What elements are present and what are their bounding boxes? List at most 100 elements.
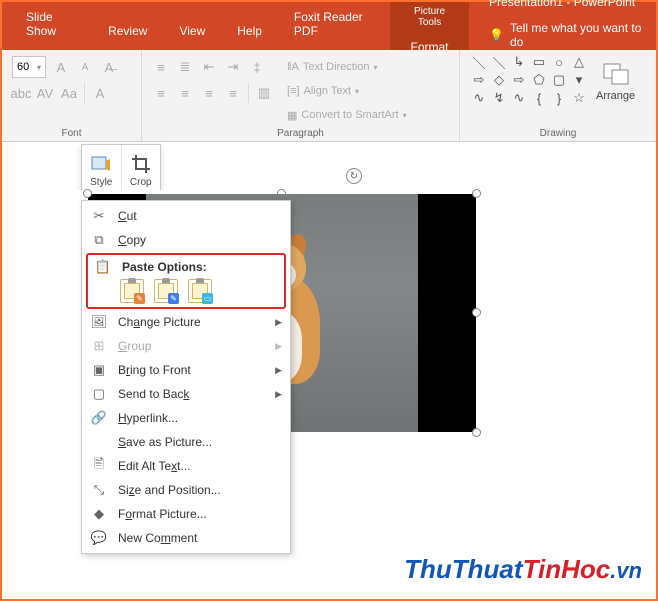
shape-pent-icon[interactable]: ⬠ <box>530 72 548 88</box>
change-picture-icon: 🖼 <box>90 314 108 330</box>
shape-rect-icon[interactable]: ▭ <box>530 54 548 70</box>
group-drawing: ＼ ＼ ↳ ▭ ○ △ ⇨ ◇ ⇨ ⬠ ▢ ▾ ∿ ↯ ∿ { } ☆ <box>460 50 656 141</box>
hyperlink-icon: 🔗 <box>90 410 108 426</box>
shape-free-icon[interactable]: ∿ <box>510 90 528 106</box>
ctx-cut[interactable]: ✂ Cut <box>84 204 288 228</box>
ctx-hyperlink[interactable]: 🔗 Hyperlink... <box>84 406 288 430</box>
crop-button[interactable]: Crop <box>121 145 161 195</box>
ctx-save-as-picture[interactable]: Save as Picture... <box>84 430 288 454</box>
shapes-gallery[interactable]: ＼ ＼ ↳ ▭ ○ △ ⇨ ◇ ⇨ ⬠ ▢ ▾ ∿ ↯ ∿ { } ☆ <box>470 54 588 106</box>
ctx-edit-alt-text[interactable]: 🖹 Edit Alt Text... <box>84 454 288 478</box>
shape-diamond-icon[interactable]: ◇ <box>490 72 508 88</box>
arrange-button[interactable]: Arrange <box>596 54 635 106</box>
rotate-handle[interactable]: ↻ <box>346 168 362 184</box>
convert-smartart-button[interactable]: ▦Convert to SmartArt▾ <box>287 104 407 126</box>
tell-me-label: Tell me what you want to do <box>510 21 646 49</box>
ribbon: 60▾ A A A̶ abc AV Aa A Font ≡ ≣ ⇤ ⇥ ‡ <box>2 50 656 142</box>
submenu-arrow-icon: ▶ <box>275 365 282 376</box>
submenu-arrow-icon: ▶ <box>275 317 282 328</box>
align-left-icon[interactable]: ≡ <box>152 84 170 102</box>
shape-curve-icon[interactable]: ∿ <box>470 90 488 106</box>
paste-as-picture[interactable]: ▭ <box>188 279 212 303</box>
paste-source-badge-icon: ✎ <box>168 293 179 304</box>
ctx-group: ⊞ Group▶ <box>84 334 288 358</box>
bullets-icon[interactable]: ≡ <box>152 58 170 76</box>
shape-star-icon[interactable]: ☆ <box>570 90 588 106</box>
increase-font-icon[interactable]: A <box>52 58 70 76</box>
submenu-arrow-icon: ▶ <box>275 341 282 352</box>
document-title: Presentation1 - PowerPoint <box>489 0 646 11</box>
tab-view[interactable]: View <box>163 14 221 50</box>
shape-more-icon[interactable]: ▾ <box>570 72 588 88</box>
justify-icon[interactable]: ≡ <box>224 84 242 102</box>
format-picture-icon: ◆ <box>90 506 108 522</box>
indent-dec-icon[interactable]: ⇤ <box>200 58 218 76</box>
align-text-icon: [≡] <box>287 85 300 97</box>
font-size-input[interactable]: 60▾ <box>12 56 46 78</box>
align-right-icon[interactable]: ≡ <box>200 84 218 102</box>
shape-arrow2-icon[interactable]: ⇨ <box>510 72 528 88</box>
smartart-icon: ▦ <box>287 109 297 122</box>
numbering-icon[interactable]: ≣ <box>176 58 194 76</box>
ribbon-tabs: Slide Show Review View Help Foxit Reader… <box>2 2 390 50</box>
shape-tri-icon[interactable]: △ <box>570 54 588 70</box>
shape-conn-icon[interactable]: ↳ <box>510 54 528 70</box>
tab-slideshow[interactable]: Slide Show <box>10 0 92 50</box>
tab-foxit[interactable]: Foxit Reader PDF <box>278 0 390 50</box>
paste-options-label: Paste Options: <box>122 260 207 274</box>
group-label-drawing: Drawing <box>470 126 646 141</box>
group-icon: ⊞ <box>90 338 108 354</box>
tab-review[interactable]: Review <box>92 14 163 50</box>
ctx-copy[interactable]: ⧉ Copy <box>84 228 288 252</box>
ctx-size-position[interactable]: ⤡ Size and Position... <box>84 478 288 502</box>
context-menu: ✂ Cut ⧉ Copy 📋 Paste Options: ✎ ✎ ▭ 🖼 Ch… <box>81 200 291 554</box>
ctx-paste-options: 📋 Paste Options: ✎ ✎ ▭ <box>86 253 286 309</box>
comment-icon: 💬 <box>90 530 108 546</box>
align-text-button[interactable]: [≡]Align Text▾ <box>287 80 407 102</box>
blank-icon <box>90 434 108 450</box>
paste-use-destination[interactable]: ✎ <box>120 279 144 303</box>
indent-inc-icon[interactable]: ⇥ <box>224 58 242 76</box>
text-direction-button[interactable]: ‖AText Direction▾ <box>287 56 407 78</box>
titlebar: Slide Show Review View Help Foxit Reader… <box>2 2 656 50</box>
decrease-font-icon[interactable]: A <box>76 58 94 76</box>
resize-handle-r[interactable] <box>472 308 481 317</box>
resize-handle-tl[interactable] <box>83 189 92 198</box>
picture-style-icon <box>90 153 112 175</box>
paste-picture-badge-icon: ▭ <box>202 293 213 304</box>
shape-line-icon[interactable]: ＼ <box>470 54 488 70</box>
strike-icon[interactable]: abc <box>12 84 30 102</box>
paste-keep-source[interactable]: ✎ <box>154 279 178 303</box>
columns-icon[interactable]: ▥ <box>255 84 273 102</box>
ctx-new-comment[interactable]: 💬 New Comment <box>84 526 288 550</box>
resize-handle-br[interactable] <box>472 428 481 437</box>
font-color-icon[interactable]: A <box>91 84 109 102</box>
size-position-icon: ⤡ <box>90 482 108 498</box>
shape-oval-icon[interactable]: ○ <box>550 54 568 70</box>
align-center-icon[interactable]: ≡ <box>176 84 194 102</box>
group-font: 60▾ A A A̶ abc AV Aa A Font <box>2 50 142 141</box>
ctx-change-picture[interactable]: 🖼 Change Picture▶ <box>84 310 288 334</box>
style-button[interactable]: Style <box>82 145 121 195</box>
line-spacing-icon[interactable]: ‡ <box>248 58 266 76</box>
submenu-arrow-icon: ▶ <box>275 389 282 400</box>
shape-conn2-icon[interactable]: ↯ <box>490 90 508 106</box>
shape-lb-icon[interactable]: { <box>530 90 548 106</box>
resize-handle-tr[interactable] <box>472 189 481 198</box>
shape-arrow-icon[interactable]: ⇨ <box>470 72 488 88</box>
ctx-bring-front[interactable]: ▣ Bring to Front▶ <box>84 358 288 382</box>
shape-line2-icon[interactable]: ＼ <box>490 54 508 70</box>
shape-rb-icon[interactable]: } <box>550 90 568 106</box>
bring-front-icon: ▣ <box>90 362 108 378</box>
spacing-icon[interactable]: AV <box>36 84 54 102</box>
cut-icon: ✂ <box>90 208 108 224</box>
shape-rrect-icon[interactable]: ▢ <box>550 72 568 88</box>
ctx-send-back[interactable]: ▢ Send to Back▶ <box>84 382 288 406</box>
clear-format-icon[interactable]: A̶ <box>100 58 118 76</box>
change-case-icon[interactable]: Aa <box>60 84 78 102</box>
watermark: ThuThuatTinHoc.vn <box>404 554 642 585</box>
copy-icon: ⧉ <box>90 232 108 248</box>
ctx-format-picture[interactable]: ◆ Format Picture... <box>84 502 288 526</box>
text-direction-icon: ‖A <box>287 61 299 73</box>
tab-help[interactable]: Help <box>221 14 278 50</box>
